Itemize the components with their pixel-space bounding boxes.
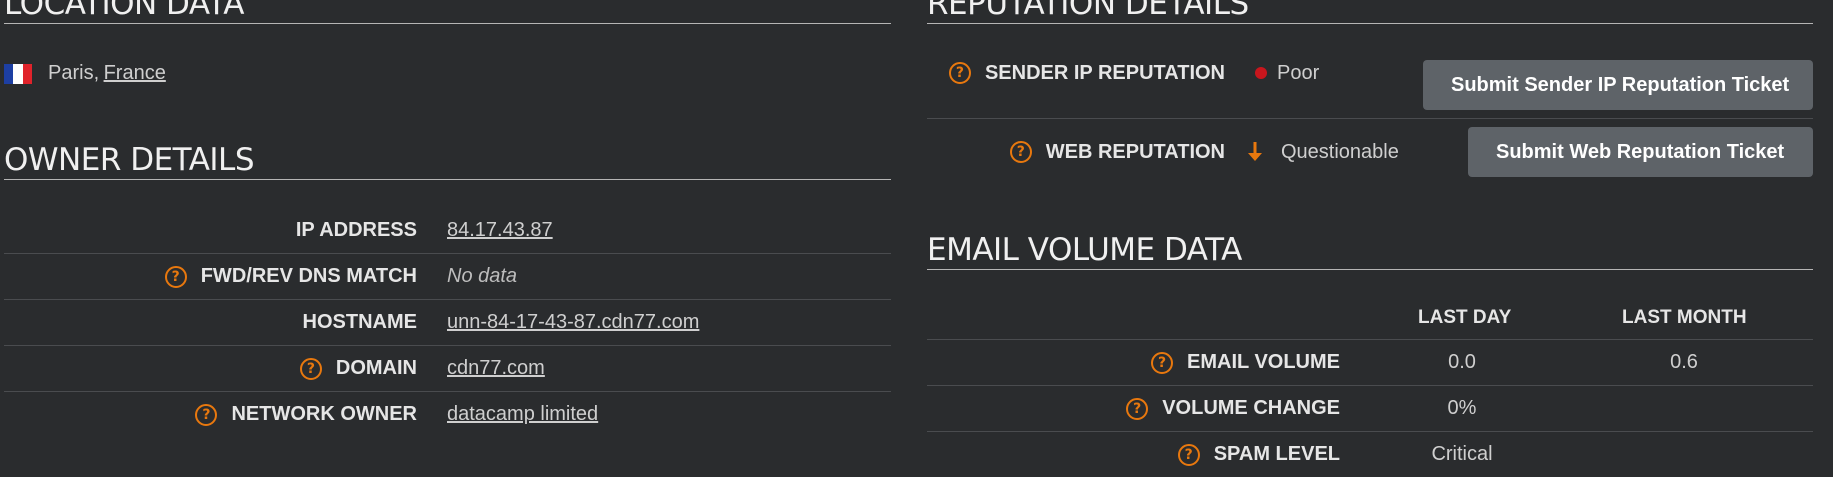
volume-change-row: ? VOLUME CHANGE 0% (927, 386, 1813, 432)
owner-row-ip: IP ADDRESS 84.17.43.87 (4, 208, 891, 254)
volume-change-label: VOLUME CHANGE (1162, 397, 1340, 419)
owner-row-hostname: HOSTNAME unn-84-17-43-87.cdn77.com (4, 300, 891, 346)
location-section: LOCATION DATA (4, 0, 891, 24)
email-volume-header: LAST DAY LAST MONTH (927, 305, 1813, 340)
email-volume-label: EMAIL VOLUME (1187, 351, 1340, 373)
email-volume-title: EMAIL VOLUME DATA (927, 232, 1813, 270)
network-owner-label: NETWORK OWNER (231, 403, 417, 425)
email-volume-last-month: 0.6 (1670, 351, 1698, 373)
location-row: Paris, France (4, 62, 166, 85)
owner-title: OWNER DETAILS (4, 142, 891, 180)
owner-row-domain: ? DOMAIN cdn77.com (4, 346, 891, 392)
dns-match-value: No data (447, 265, 518, 287)
submit-web-ticket-label: Submit Web Reputation Ticket (1496, 140, 1785, 163)
dns-match-label: FWD/REV DNS MATCH (200, 265, 417, 287)
sender-reputation-status: Poor (1277, 61, 1320, 84)
email-volume-row: ? EMAIL VOLUME 0.0 0.6 (927, 340, 1813, 386)
spam-level-label: SPAM LEVEL (1213, 443, 1340, 465)
help-icon[interactable]: ? (195, 403, 218, 426)
web-reputation-status: Questionable (1281, 140, 1399, 163)
column-header-last-day: LAST DAY (1418, 307, 1512, 328)
reputation-title: REPUTATION DETAILS (927, 0, 1813, 24)
arrow-down-icon (1248, 142, 1262, 161)
help-icon[interactable]: ? (948, 62, 971, 84)
email-volume-section: EMAIL VOLUME DATA (927, 232, 1813, 270)
ip-address-link[interactable]: 84.17.43.87 (447, 219, 553, 242)
network-owner-link[interactable]: datacamp limited (447, 403, 598, 426)
help-icon[interactable]: ? (1151, 351, 1174, 374)
owner-section: OWNER DETAILS (4, 142, 891, 180)
reputation-divider (927, 118, 1813, 119)
column-header-last-month: LAST MONTH (1622, 307, 1747, 328)
france-flag-icon (4, 63, 32, 84)
hostname-link[interactable]: unn-84-17-43-87.cdn77.com (447, 311, 699, 334)
domain-link[interactable]: cdn77.com (447, 357, 545, 380)
spam-level-last-day: Critical (1431, 443, 1493, 465)
help-icon[interactable]: ? (1126, 397, 1149, 420)
ip-address-label: IP ADDRESS (295, 219, 417, 241)
submit-sender-ticket-label: Submit Sender IP Reputation Ticket (1451, 73, 1790, 96)
email-volume-last-day: 0.0 (1448, 351, 1476, 373)
submit-sender-ticket-button[interactable]: Submit Sender IP Reputation Ticket (1423, 60, 1813, 110)
owner-table: IP ADDRESS 84.17.43.87 ? FWD/REV DNS MAT… (4, 208, 891, 437)
volume-change-last-day: 0% (1447, 397, 1477, 419)
help-icon[interactable]: ? (299, 357, 322, 380)
location-country-link[interactable]: France (104, 62, 166, 85)
hostname-label: HOSTNAME (302, 311, 417, 333)
location-title: LOCATION DATA (4, 0, 891, 24)
owner-row-dns: ? FWD/REV DNS MATCH No data (4, 254, 891, 300)
help-icon[interactable]: ? (1177, 443, 1200, 466)
submit-web-ticket-button[interactable]: Submit Web Reputation Ticket (1468, 127, 1813, 177)
help-icon[interactable]: ? (1009, 141, 1032, 163)
help-icon[interactable]: ? (164, 265, 187, 288)
domain-label: DOMAIN (335, 357, 417, 379)
spam-level-row: ? SPAM LEVEL Critical (927, 432, 1813, 477)
sender-reputation-label: SENDER IP REPUTATION (984, 61, 1225, 84)
owner-row-network: ? NETWORK OWNER datacamp limited (4, 392, 891, 437)
location-city: Paris, (48, 62, 100, 84)
reputation-section: REPUTATION DETAILS (927, 0, 1813, 24)
web-reputation-label: WEB REPUTATION (1045, 140, 1225, 163)
poor-status-icon (1255, 67, 1267, 79)
